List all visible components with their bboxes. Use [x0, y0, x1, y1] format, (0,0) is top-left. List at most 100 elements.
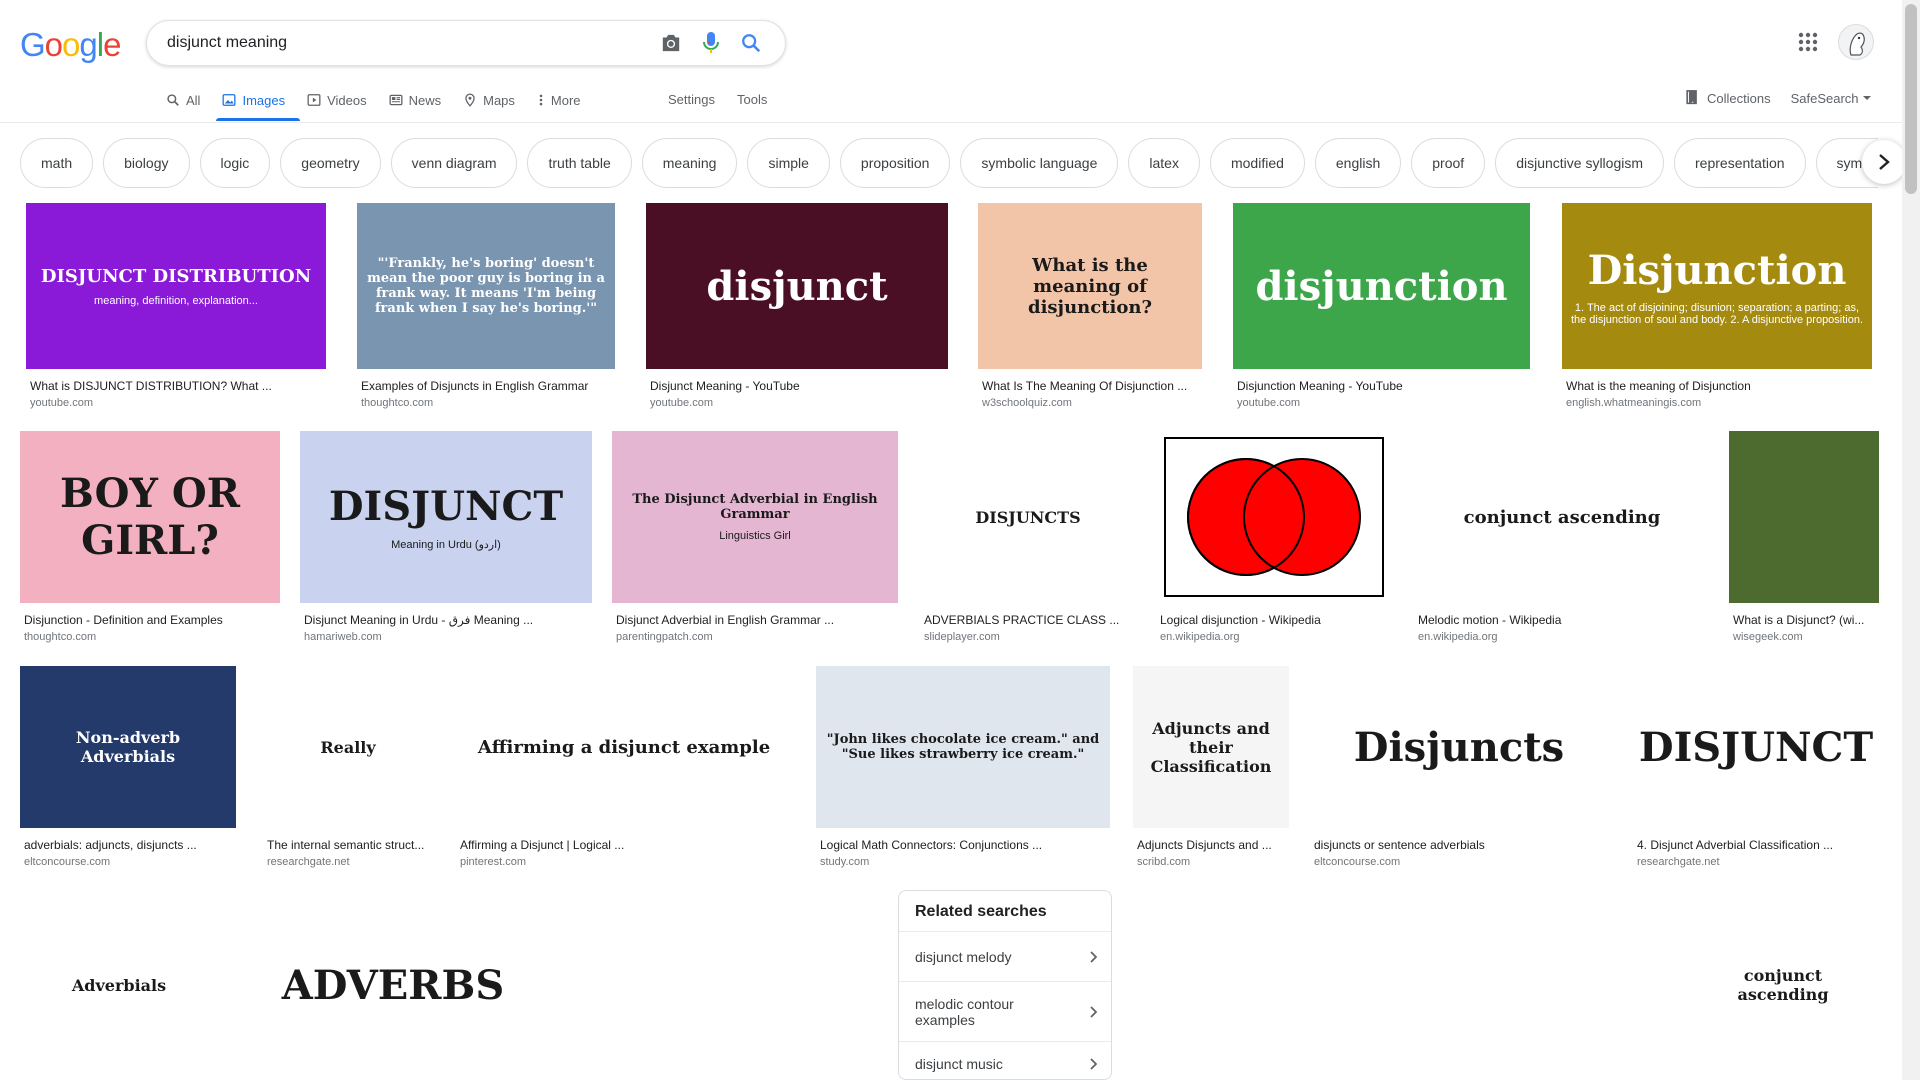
result-title[interactable]: Disjunct Adverbial in English Grammar ..… — [616, 613, 898, 627]
result-title[interactable]: ADVERBIALS PRACTICE CLASS ... — [924, 613, 1136, 627]
suggestion-chip[interactable]: proposition — [839, 138, 951, 188]
related-search-item[interactable]: melodic contour examples — [899, 981, 1111, 1041]
thumbnail-text: What is the meaning of disjunction? — [1028, 254, 1152, 318]
image-result[interactable]: Adjuncts and their Classification Adjunct… — [1133, 666, 1289, 876]
collections-button[interactable]: Collections — [1686, 90, 1771, 106]
image-result[interactable]: Disjunction 1. The act of disjoining; dis… — [1562, 203, 1872, 417]
image-result[interactable] — [1132, 890, 1502, 1080]
suggestion-chip[interactable]: math — [20, 138, 94, 188]
result-title[interactable]: What is a Disjunct? (wi... — [1733, 613, 1879, 627]
result-title[interactable]: adverbials: adjuncts, disjuncts ... — [24, 838, 236, 852]
scrollbar-thumb[interactable] — [1905, 4, 1917, 194]
result-thumbnail: "John likes chocolate ice cream." and "S… — [816, 666, 1110, 828]
thumbnail-text: Disjunction — [1587, 246, 1847, 294]
image-result[interactable]: conjunct ascending — [1688, 890, 1878, 1080]
suggestion-chip[interactable]: truth table — [527, 138, 632, 188]
result-title[interactable]: Melodic motion - Wikipedia — [1418, 613, 1710, 627]
suggestion-chip[interactable]: modified — [1209, 138, 1305, 188]
image-result[interactable]: What is a Disjunct? (wi... wisegeek.com — [1729, 431, 1879, 651]
thumbnail-text: "'Frankly, he's boring' doesn't mean the… — [367, 256, 605, 316]
image-result[interactable]: Disjuncts disjuncts or sentence adverbial… — [1310, 666, 1608, 876]
image-result[interactable] — [568, 890, 714, 1080]
suggestion-chip[interactable]: venn diagram — [390, 138, 518, 188]
result-title[interactable]: Adjuncts Disjuncts and ... — [1137, 838, 1289, 852]
image-result[interactable]: disjunction Disjunction Meaning - YouTube… — [1233, 203, 1530, 417]
thumbnail-text: "John likes chocolate ice cream." and "S… — [826, 732, 1100, 762]
image-result[interactable]: ADVERBS — [238, 890, 548, 1080]
related-search-item[interactable]: disjunct music — [899, 1041, 1111, 1079]
result-title[interactable]: The internal semantic struct... — [267, 838, 433, 852]
logo-letter: o — [62, 26, 80, 63]
result-title[interactable]: disjuncts or sentence adverbials — [1314, 838, 1608, 852]
result-title[interactable]: What is the meaning of Disjunction — [1566, 379, 1872, 393]
result-title[interactable]: What is DISJUNCT DISTRIBUTION? What ... — [30, 379, 326, 393]
tab-videos[interactable]: Videos — [307, 86, 367, 114]
result-title[interactable]: Affirming a Disjunct | Logical ... — [460, 838, 792, 852]
google-logo[interactable]: Google — [20, 26, 121, 64]
suggestion-chip[interactable]: biology — [103, 138, 190, 188]
suggestion-chip[interactable]: representation — [1674, 138, 1806, 188]
suggestion-chip[interactable]: simple — [747, 138, 830, 188]
tab-images[interactable]: Images — [222, 86, 285, 114]
image-result[interactable]: BOY OR GIRL? Disjunction - Definition and… — [20, 431, 280, 651]
result-title[interactable]: Logical Math Connectors: Conjunctions ..… — [820, 838, 1110, 852]
result-source: study.com — [820, 856, 870, 868]
tab-label: Maps — [483, 92, 515, 108]
result-title[interactable]: Disjunction - Definition and Examples — [24, 613, 280, 627]
image-result[interactable]: Adverbials — [20, 890, 218, 1080]
suggestion-chip[interactable]: proof — [1411, 138, 1486, 188]
apps-grid-icon[interactable] — [1796, 30, 1820, 54]
image-result[interactable]: DISJUNCTS ADVERBIALS PRACTICE CLASS ... sl… — [920, 431, 1136, 651]
suggestion-chip[interactable]: logic — [199, 138, 271, 188]
image-result[interactable]: disjunct Disjunct Meaning - YouTube youtub… — [646, 203, 948, 417]
image-result[interactable]: What is the meaning of disjunction? What … — [978, 203, 1202, 417]
suggestion-chip[interactable]: latex — [1128, 138, 1200, 188]
thumbnail-text: conjunct ascending — [1463, 506, 1661, 528]
result-title[interactable]: Disjunct Meaning - YouTube — [650, 379, 948, 393]
image-result[interactable]: DISJUNCT 4. Disjunct Adverbial Classifica… — [1633, 666, 1879, 876]
tab-all[interactable]: All — [166, 86, 200, 114]
image-result[interactable]: Logical disjunction - Wikipedia en.wikipe… — [1156, 431, 1392, 651]
tab-more[interactable]: More — [537, 86, 581, 114]
chips-next-button[interactable] — [1862, 140, 1906, 184]
result-title[interactable]: What Is The Meaning Of Disjunction ... — [982, 379, 1202, 393]
search-icon[interactable] — [731, 23, 771, 63]
account-avatar[interactable] — [1838, 24, 1874, 60]
image-result[interactable]: DISJUNCT DISTRIBUTION meaning, definition… — [26, 203, 326, 417]
related-searches-card: Related searches disjunct melody melodic… — [898, 890, 1112, 1080]
image-result[interactable]: Non-adverb Adverbials adverbials: adjunct… — [20, 666, 236, 876]
image-result[interactable]: "John likes chocolate ice cream." and "S… — [816, 666, 1110, 876]
suggestion-chip[interactable]: meaning — [641, 138, 738, 188]
image-result[interactable] — [1522, 890, 1668, 1080]
search-input[interactable] — [167, 34, 651, 52]
result-title[interactable]: Examples of Disjuncts in English Grammar — [361, 379, 615, 393]
related-search-item[interactable]: disjunct melody — [899, 931, 1111, 981]
suggestion-chip[interactable]: symbolic language — [960, 138, 1119, 188]
suggestion-chip[interactable]: english — [1314, 138, 1402, 188]
thumbnail-subtext: Linguistics Girl — [719, 530, 791, 542]
result-title[interactable]: Logical disjunction - Wikipedia — [1160, 613, 1392, 627]
image-result[interactable] — [734, 890, 878, 1080]
image-result[interactable]: conjunct ascending Melodic motion - Wikip… — [1414, 431, 1710, 651]
image-result[interactable]: "'Frankly, he's boring' doesn't mean the… — [357, 203, 615, 417]
suggestion-chip[interactable]: geometry — [280, 138, 381, 188]
tools-link[interactable]: Tools — [737, 92, 767, 107]
image-result[interactable]: The Disjunct Adverbial in English Gramma… — [612, 431, 898, 651]
tools-group: Settings Tools — [668, 92, 789, 107]
image-result[interactable]: Really The internal semantic struct... res… — [263, 666, 433, 876]
result-title[interactable]: Disjunction Meaning - YouTube — [1237, 379, 1530, 393]
result-title[interactable]: Disjunct Meaning in Urdu - فرق Meaning .… — [304, 613, 592, 627]
safesearch-button[interactable]: SafeSearch — [1791, 91, 1880, 106]
image-result[interactable]: DISJUNCT Meaning in Urdu (اردو) Disjunct M… — [300, 431, 592, 651]
tab-news[interactable]: News — [389, 86, 441, 114]
suggestion-chip[interactable]: disjunctive syllogism — [1495, 138, 1665, 188]
more-vert-icon — [539, 94, 543, 106]
settings-link[interactable]: Settings — [668, 92, 715, 107]
thumbnail-text: BOY OR GIRL? — [60, 470, 240, 564]
thumbnail-subtext: meaning, definition, explanation... — [94, 294, 258, 307]
tab-maps[interactable]: Maps — [463, 86, 515, 114]
result-title[interactable]: 4. Disjunct Adverbial Classification ... — [1637, 838, 1879, 852]
microphone-icon[interactable] — [691, 23, 731, 63]
image-result[interactable]: Affirming a disjunct example Affirming a … — [456, 666, 792, 876]
camera-icon[interactable] — [651, 23, 691, 63]
